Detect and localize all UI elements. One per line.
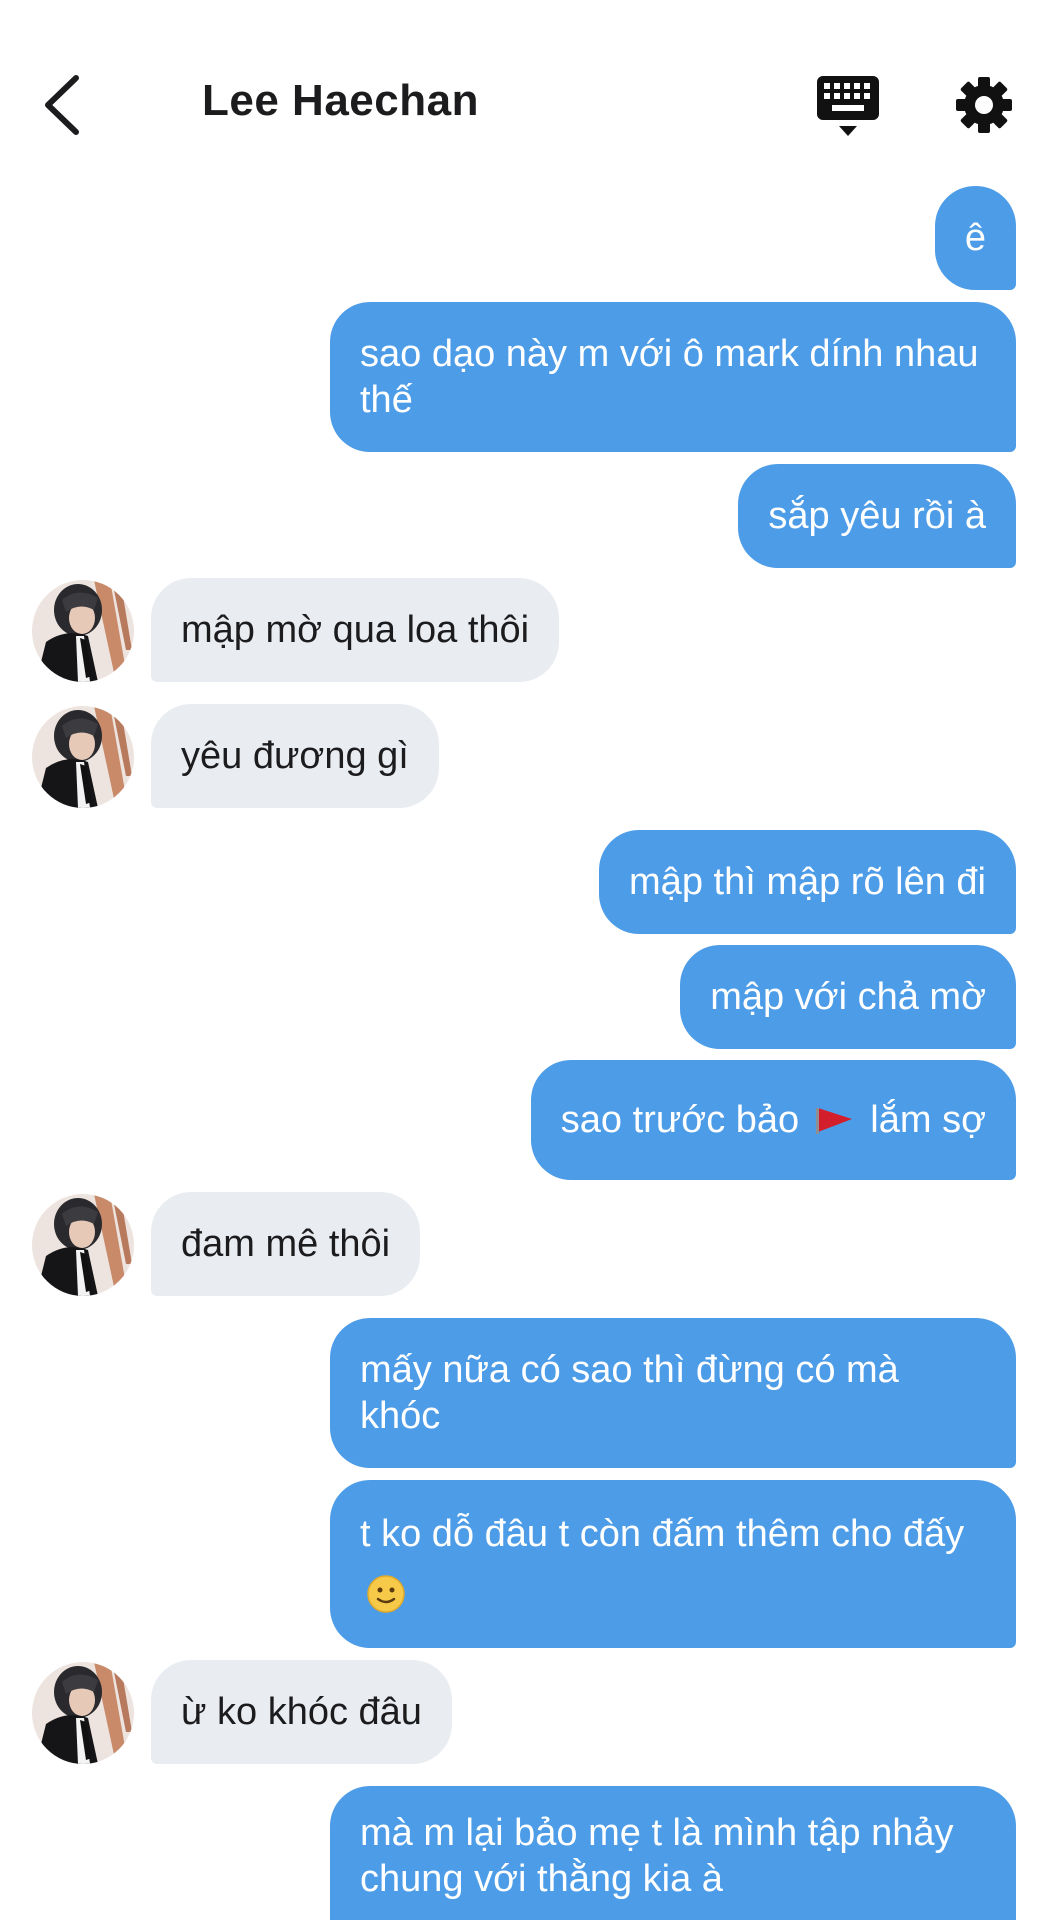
avatar-image <box>32 580 134 682</box>
message-text-part: lắm sợ <box>870 1099 986 1141</box>
message-bubble-outgoing[interactable]: sao dạo này m với ô mark dính nhau thế <box>330 302 1016 452</box>
message-text-part: t ko dỗ đâu t còn đấm thêm cho đấy <box>360 1513 965 1555</box>
message-text: mập thì mập rõ lên đi <box>629 861 986 903</box>
message-text: sắp yêu rồi à <box>768 495 986 537</box>
gear-icon <box>956 77 1012 133</box>
avatar[interactable] <box>32 1662 134 1764</box>
message-bubble-incoming[interactable]: mập mờ qua loa thôi <box>151 578 560 682</box>
avatar[interactable] <box>32 706 134 808</box>
message-bubble-outgoing[interactable]: sắp yêu rồi à <box>738 464 1016 568</box>
message-text: mập với chả mờ <box>710 976 986 1018</box>
message-text: đam mê thôi <box>181 1223 391 1265</box>
red-flag-icon <box>815 1108 852 1134</box>
avatar[interactable] <box>32 580 134 682</box>
message-text: mập mờ qua loa thôi <box>181 609 530 651</box>
message-bubble-outgoing[interactable]: mập thì mập rõ lên đi <box>599 830 1016 934</box>
message-text: sao trước bảo lắm sợ <box>561 1097 986 1143</box>
message-bubble-outgoing[interactable]: t ko dỗ đâu t còn đấm thêm cho đấy <box>330 1480 1016 1648</box>
message-text: mấy nữa có sao thì đừng có mà khóc <box>360 1349 899 1437</box>
settings-button[interactable] <box>955 76 1013 134</box>
avatar-image <box>32 1662 134 1764</box>
message-text: yêu đương gì <box>181 735 409 777</box>
message-bubble-outgoing[interactable]: mà m lại bảo mẹ t là mình tập nhảy chung… <box>330 1786 1016 1920</box>
avatar[interactable] <box>32 1194 134 1296</box>
keyboard-button[interactable] <box>815 74 881 140</box>
avatar-image <box>32 706 134 808</box>
back-button[interactable] <box>34 70 90 140</box>
message-bubble-incoming[interactable]: đam mê thôi <box>151 1192 421 1296</box>
chevron-left-icon <box>45 75 79 135</box>
message-text: t ko dỗ đâu t còn đấm thêm cho đấy <box>360 1504 986 1624</box>
message-bubble-incoming[interactable]: yêu đương gì <box>151 704 439 808</box>
contact-name: Lee Haechan <box>202 76 479 125</box>
message-bubble-outgoing[interactable]: ê <box>934 186 1016 290</box>
slightly-smiling-face-icon <box>367 1575 405 1613</box>
message-bubble-outgoing[interactable]: mấy nữa có sao thì đừng có mà khóc <box>330 1318 1016 1468</box>
message-text: ừ ko khóc đâu <box>181 1691 422 1733</box>
message-text: ê <box>964 217 986 259</box>
message-text-part: sao trước bảo <box>560 1099 800 1141</box>
keyboard-icon <box>817 76 879 136</box>
message-text: mà m lại bảo mẹ t là mình tập nhảy chung… <box>360 1812 954 1900</box>
message-bubble-outgoing[interactable]: sao trước bảo lắm sợ <box>530 1060 1016 1180</box>
chat-header: Lee Haechan <box>0 0 1051 175</box>
avatar-image <box>32 1194 134 1296</box>
message-text: sao dạo này m với ô mark dính nhau thế <box>360 333 979 421</box>
message-bubble-incoming[interactable]: ừ ko khóc đâu <box>151 1660 452 1764</box>
message-bubble-outgoing[interactable]: mập với chả mờ <box>680 945 1016 1049</box>
